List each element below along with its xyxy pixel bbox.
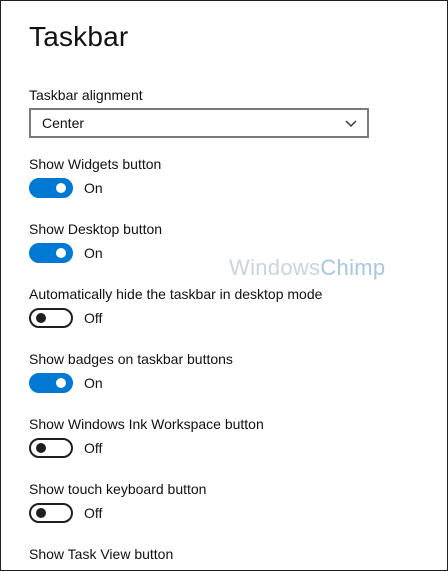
watermark-text-windows: Windows [229,255,321,280]
toggle-state-label: On [84,180,103,196]
taskbar-alignment-value: Center [42,115,85,131]
setting-show-task-view: Show Task View button [29,546,173,564]
toggle-knob [56,248,66,258]
toggle-state-label: Off [84,440,103,456]
toggle-knob [56,378,66,388]
toggle-knob [56,183,66,193]
setting-label: Show Windows Ink Workspace button [29,416,264,432]
setting-label: Show touch keyboard button [29,481,207,497]
setting-label: Show Task View button [29,546,174,562]
setting-show-ink-workspace: Show Windows Ink Workspace button Off [29,416,264,458]
setting-auto-hide-taskbar: Automatically hide the taskbar in deskto… [29,286,323,328]
setting-label: Show Desktop button [29,221,163,237]
toggle-auto-hide-taskbar[interactable] [29,308,73,328]
toggle-show-badges[interactable] [29,373,73,393]
setting-label: Show Widgets button [29,156,162,172]
taskbar-alignment-label: Taskbar alignment [29,87,143,103]
watermark-text-chimp: Chimp [320,255,386,280]
toggle-state-label: Off [84,505,103,521]
toggle-knob [36,508,46,518]
taskbar-alignment-dropdown[interactable]: Center [29,108,369,138]
toggle-state-label: On [84,245,103,261]
setting-label: Show badges on taskbar buttons [29,351,233,367]
setting-show-badges: Show badges on taskbar buttons On [29,351,233,393]
chevron-down-icon [345,120,357,127]
setting-show-desktop: Show Desktop button On [29,221,163,263]
toggle-knob [36,313,46,323]
setting-show-touch-keyboard: Show touch keyboard button Off [29,481,207,523]
toggle-show-ink-workspace[interactable] [29,438,73,458]
toggle-show-touch-keyboard[interactable] [29,503,73,523]
page-title: Taskbar [29,21,129,52]
watermark-logo: WindowsChimp [229,255,385,281]
setting-show-widgets: Show Widgets button On [29,156,162,198]
toggle-show-desktop[interactable] [29,243,73,263]
settings-panel: Taskbar Taskbar alignment Center Windows… [0,0,448,571]
toggle-state-label: Off [84,310,103,326]
toggle-show-widgets[interactable] [29,178,73,198]
setting-label: Automatically hide the taskbar in deskto… [29,286,323,302]
toggle-knob [36,443,46,453]
toggle-state-label: On [84,375,103,391]
